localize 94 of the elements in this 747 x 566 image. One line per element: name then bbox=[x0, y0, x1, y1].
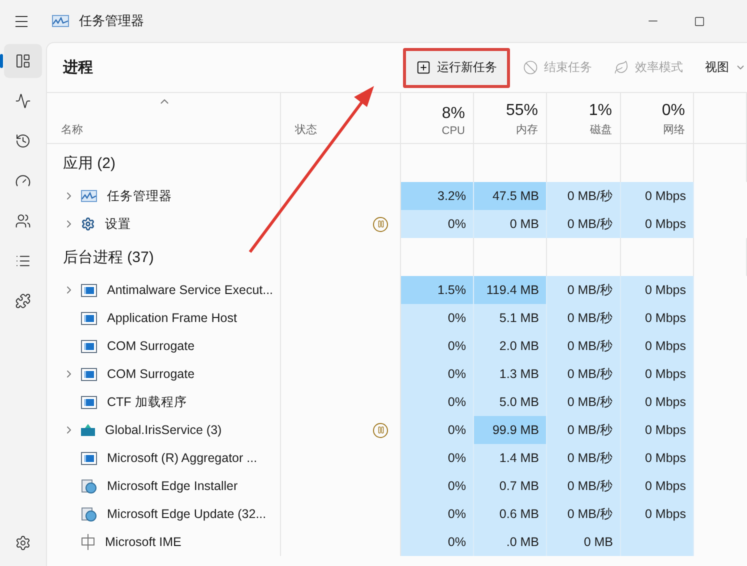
toolbar-button[interactable]: 运行新任务 bbox=[403, 48, 510, 88]
installer-icon bbox=[81, 478, 97, 494]
table-cell: 0% bbox=[401, 528, 474, 556]
process-name: 设置 bbox=[105, 216, 131, 232]
window-icon bbox=[81, 452, 97, 464]
table-cell: 0 Mbps bbox=[621, 304, 694, 332]
gear-icon bbox=[81, 217, 95, 231]
window-icon bbox=[81, 396, 97, 408]
column-header[interactable]: 55% 内存 bbox=[474, 93, 547, 143]
pulse-icon bbox=[15, 93, 31, 109]
table-cell: 0 Mbps bbox=[621, 332, 694, 360]
toolbar-button[interactable]: 视图 bbox=[696, 52, 747, 82]
window-icon bbox=[81, 340, 97, 352]
gauge-icon bbox=[15, 173, 31, 189]
process-name: Microsoft IME bbox=[105, 535, 182, 549]
table-cell: 0 Mbps bbox=[621, 416, 694, 444]
column-header[interactable]: 1% 磁盘 bbox=[547, 93, 621, 143]
table-cell: 119.4 MB bbox=[474, 276, 547, 304]
leaf-icon bbox=[614, 60, 629, 75]
table-cell: 0 Mbps bbox=[621, 388, 694, 416]
table-cell: 0% bbox=[401, 444, 474, 472]
window-icon bbox=[81, 368, 97, 380]
table-cell: 0 MB/秒 bbox=[547, 304, 621, 332]
table-cell: 0% bbox=[401, 304, 474, 332]
table-cell: 0 Mbps bbox=[621, 360, 694, 388]
table-cell: 0% bbox=[401, 332, 474, 360]
table-cell: 0 MB/秒 bbox=[547, 360, 621, 388]
process-name: Microsoft (R) Aggregator ... bbox=[107, 451, 258, 465]
table-cell: 2.0 MB bbox=[474, 332, 547, 360]
process-name: COM Surrogate bbox=[107, 367, 195, 381]
history-icon bbox=[15, 133, 31, 149]
process-name: 任务管理器 bbox=[107, 188, 172, 204]
table-cell: 0 Mbps bbox=[621, 500, 694, 528]
table-cell: 3.2% bbox=[401, 182, 474, 210]
table-cell: 0.6 MB bbox=[474, 500, 547, 528]
app-chart-icon bbox=[52, 15, 69, 27]
table-cell: 0 MB bbox=[547, 528, 621, 556]
window-icon bbox=[81, 312, 97, 324]
table-cell: 0% bbox=[401, 472, 474, 500]
column-header[interactable]: 名称 bbox=[47, 93, 281, 143]
column-header[interactable]: 8% CPU bbox=[401, 93, 474, 143]
table-cell: 0% bbox=[401, 388, 474, 416]
table-cell: 0% bbox=[401, 210, 474, 238]
table-cell: 5.0 MB bbox=[474, 388, 547, 416]
table-cell: 0 MB/秒 bbox=[547, 332, 621, 360]
process-name: Antimalware Service Execut... bbox=[107, 283, 274, 297]
table-cell: 99.9 MB bbox=[474, 416, 547, 444]
panels-icon bbox=[15, 53, 31, 69]
table-cell: .0 MB bbox=[474, 528, 547, 556]
users-icon bbox=[15, 213, 31, 229]
table-cell: 0% bbox=[401, 416, 474, 444]
table-cell: 47.5 MB bbox=[474, 182, 547, 210]
ime-icon bbox=[81, 534, 95, 550]
table-cell: 0 MB bbox=[474, 210, 547, 238]
table-cell: 0% bbox=[401, 360, 474, 388]
table-cell: 0 MB/秒 bbox=[547, 388, 621, 416]
table-cell: 0 Mbps bbox=[621, 182, 694, 210]
process-name: CTF 加载程序 bbox=[107, 394, 187, 410]
table-cell: 0.7 MB bbox=[474, 472, 547, 500]
puzzle-icon bbox=[15, 293, 31, 309]
table-cell: 1.4 MB bbox=[474, 444, 547, 472]
table-cell: 0 Mbps bbox=[621, 276, 694, 304]
table-cell: 5.1 MB bbox=[474, 304, 547, 332]
table-cell: 0% bbox=[401, 500, 474, 528]
table-cell: 0 MB/秒 bbox=[547, 276, 621, 304]
table-cell: 0 MB/秒 bbox=[547, 210, 621, 238]
group-title: 应用 (2) bbox=[63, 154, 116, 172]
maximize-icon[interactable] bbox=[694, 16, 705, 26]
column-header[interactable]: 0% 网络 bbox=[621, 93, 694, 143]
table-cell: 1.3 MB bbox=[474, 360, 547, 388]
installer-icon bbox=[81, 506, 97, 522]
table-cell: 1.5% bbox=[401, 276, 474, 304]
window-icon bbox=[81, 284, 97, 296]
process-name: Microsoft Edge Update (32... bbox=[107, 507, 266, 521]
window-title: 任务管理器 bbox=[79, 12, 144, 30]
package-icon bbox=[81, 424, 95, 436]
process-name: COM Surrogate bbox=[107, 339, 195, 353]
table-cell: 0 MB/秒 bbox=[547, 416, 621, 444]
chart-icon bbox=[81, 190, 97, 202]
table-cell: 0 Mbps bbox=[621, 444, 694, 472]
table-cell: 0 Mbps bbox=[621, 210, 694, 238]
process-name: Microsoft Edge Installer bbox=[107, 479, 238, 493]
table-cell: 0 MB/秒 bbox=[547, 444, 621, 472]
process-name: Global.IrisService (3) bbox=[105, 423, 222, 437]
table-cell: 0 Mbps bbox=[621, 472, 694, 500]
settings-icon bbox=[15, 535, 31, 551]
prohibit-icon bbox=[523, 60, 538, 75]
table-cell: 0 MB/秒 bbox=[547, 182, 621, 210]
add-task-icon bbox=[416, 60, 431, 75]
process-name: Application Frame Host bbox=[107, 311, 237, 325]
group-title: 后台进程 (37) bbox=[63, 248, 154, 266]
table-cell: 0 MB/秒 bbox=[547, 500, 621, 528]
page-title: 进程 bbox=[63, 58, 93, 77]
table-cell: 0 MB/秒 bbox=[547, 472, 621, 500]
